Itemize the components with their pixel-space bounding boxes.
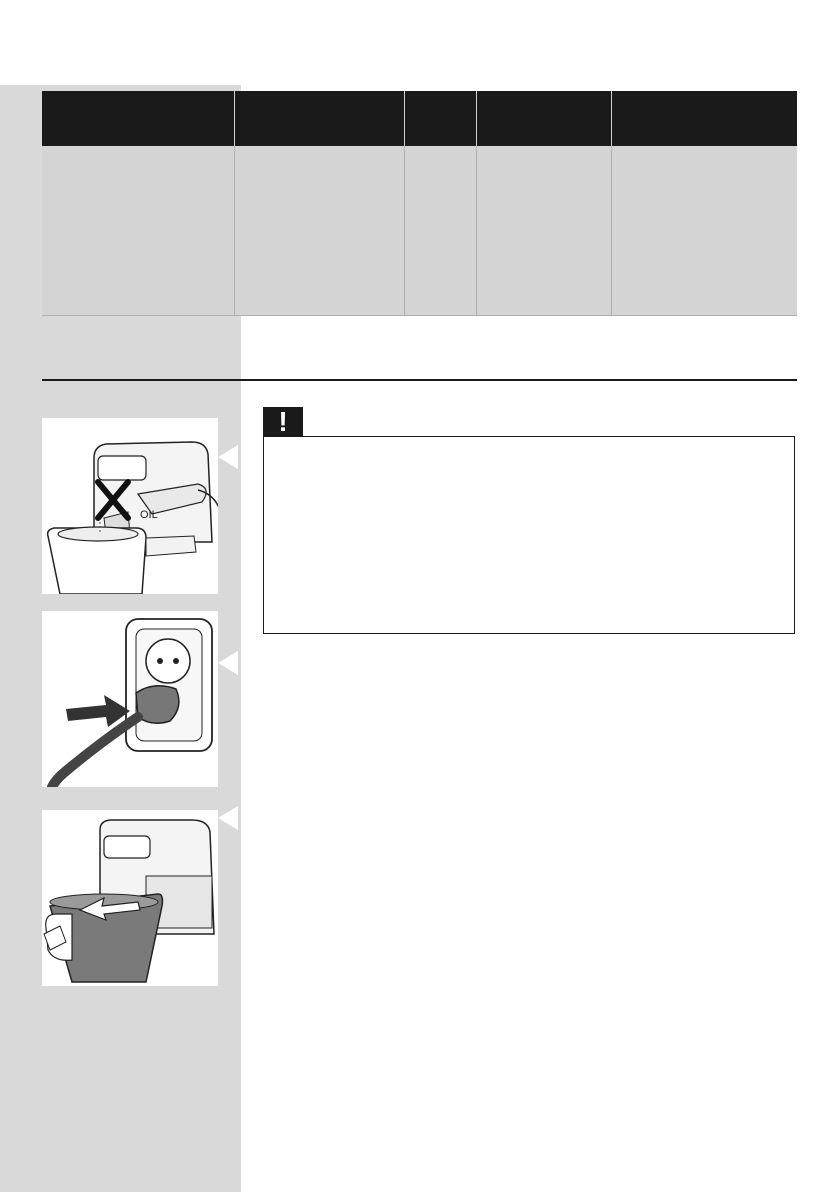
table-header-cell	[42, 91, 235, 146]
table-cell	[42, 146, 235, 316]
table-cell	[234, 146, 405, 316]
warning-box	[263, 436, 795, 634]
figure-pointer	[218, 651, 238, 675]
specification-table	[42, 91, 797, 316]
table-header-cell	[611, 91, 797, 146]
table-cell	[476, 146, 612, 316]
table-cell	[404, 146, 477, 316]
figure-pointer	[218, 445, 238, 469]
no-liquid-in-basket-illustration: OIL	[42, 418, 218, 594]
table-header-cell	[476, 91, 612, 146]
table-cell	[611, 146, 797, 316]
table-header-cell	[404, 91, 477, 146]
table-header-row	[42, 91, 797, 146]
exclamation-icon: !	[263, 407, 303, 437]
table-header-cell	[234, 91, 405, 146]
section-divider	[42, 379, 797, 381]
arrow-right-icon	[66, 695, 130, 727]
figure-pointer	[218, 806, 238, 830]
plug-in-socket-illustration	[42, 611, 218, 787]
pull-out-basket-illustration	[42, 810, 218, 986]
table-row	[42, 146, 797, 316]
svg-text:OIL: OIL	[140, 509, 158, 521]
